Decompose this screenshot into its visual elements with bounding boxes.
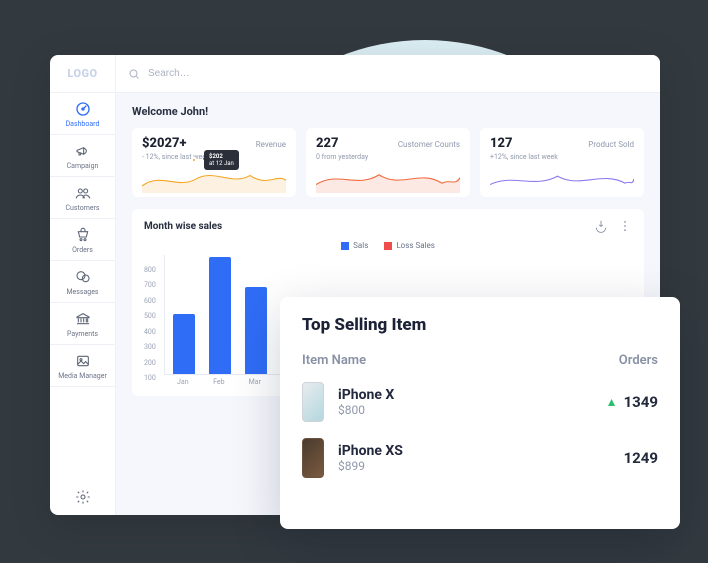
sidebar-item-payments[interactable]: Payments bbox=[50, 303, 115, 345]
more-icon[interactable] bbox=[618, 219, 632, 233]
bank-icon bbox=[75, 311, 91, 327]
sidebar-item-messages[interactable]: Messages bbox=[50, 261, 115, 303]
panel-title: Month wise sales bbox=[144, 221, 222, 232]
sidebar-item-campaign[interactable]: Campaign bbox=[50, 135, 115, 177]
search-icon bbox=[128, 68, 140, 80]
sidebar-item-settings[interactable] bbox=[50, 479, 115, 515]
product-orders: 1249 bbox=[624, 449, 658, 467]
col-item-name: Item Name bbox=[302, 353, 366, 368]
sidebar-item-label: Media Manager bbox=[58, 372, 107, 380]
bar bbox=[245, 287, 267, 374]
product-price: $899 bbox=[338, 459, 610, 473]
top-selling-title: Top Selling Item bbox=[302, 315, 658, 335]
search[interactable] bbox=[128, 67, 346, 80]
stat-cards: $2027+ Revenue - 12%, since last week $2… bbox=[132, 128, 644, 197]
sidebar-item-label: Customers bbox=[65, 204, 99, 212]
revenue-value: $2027+ bbox=[142, 136, 187, 151]
customers-sparkline bbox=[316, 165, 460, 193]
y-tick: 100 bbox=[144, 374, 156, 382]
sidebar-item-dashboard[interactable]: Dashboard bbox=[50, 93, 115, 135]
download-icon[interactable] bbox=[594, 219, 608, 233]
y-tick: 200 bbox=[144, 359, 156, 367]
y-tick: 300 bbox=[144, 343, 156, 351]
y-tick: 400 bbox=[144, 328, 156, 336]
product-name: iPhone X bbox=[338, 387, 592, 404]
tooltip-amount: $202 bbox=[209, 153, 223, 160]
card-customers: 227 Customer Counts 0 from yesterday bbox=[306, 128, 470, 197]
search-input[interactable] bbox=[146, 67, 346, 80]
bar bbox=[209, 257, 231, 374]
customers-label: Customer Counts bbox=[398, 140, 460, 149]
sidebar-item-label: Orders bbox=[72, 246, 93, 254]
sidebar: LOGO Dashboard Campaign Customers Orders bbox=[50, 55, 116, 515]
y-axis: 800 700 600 500 400 300 200 100 bbox=[144, 266, 156, 386]
legend-sales: Sals bbox=[341, 241, 368, 250]
card-products: 127 Product Sold +12%, since last week bbox=[480, 128, 644, 197]
revenue-label: Revenue bbox=[256, 140, 286, 149]
header bbox=[116, 55, 660, 93]
x-tick: Jan bbox=[172, 378, 194, 386]
tooltip-date: at 12 Jan bbox=[209, 160, 234, 167]
x-tick: Mar bbox=[244, 378, 266, 386]
bar bbox=[173, 314, 195, 374]
product-price: $800 bbox=[338, 403, 592, 417]
product-name: iPhone XS bbox=[338, 443, 610, 460]
customers-value: 227 bbox=[316, 136, 339, 151]
y-tick: 800 bbox=[144, 266, 156, 274]
product-thumb-icon bbox=[302, 438, 324, 478]
welcome-text: Welcome John! bbox=[132, 105, 644, 118]
megaphone-icon bbox=[75, 143, 91, 159]
chat-icon bbox=[75, 269, 91, 285]
gear-icon bbox=[75, 489, 91, 505]
image-icon bbox=[75, 353, 91, 369]
product-orders: ▲ 1349 bbox=[606, 393, 658, 411]
product-row[interactable]: iPhone XS $899 1249 bbox=[302, 438, 658, 478]
legend-swatch-loss bbox=[384, 242, 392, 250]
products-value: 127 bbox=[490, 136, 513, 151]
legend-loss: Loss Sales bbox=[384, 241, 435, 250]
tooltip-dot-icon bbox=[191, 157, 197, 163]
y-tick: 500 bbox=[144, 312, 156, 320]
col-orders: Orders bbox=[619, 353, 658, 368]
product-thumb-icon bbox=[302, 382, 324, 422]
y-tick: 600 bbox=[144, 297, 156, 305]
x-tick: Feb bbox=[208, 378, 230, 386]
chart-legend: Sals Loss Sales bbox=[144, 241, 632, 250]
products-label: Product Sold bbox=[588, 140, 634, 149]
card-revenue: $2027+ Revenue - 12%, since last week $2… bbox=[132, 128, 296, 197]
products-sub: +12%, since last week bbox=[490, 153, 634, 161]
users-icon bbox=[75, 185, 91, 201]
sidebar-item-label: Dashboard bbox=[66, 120, 100, 128]
sidebar-item-label: Payments bbox=[67, 330, 98, 338]
sidebar-item-customers[interactable]: Customers bbox=[50, 177, 115, 219]
y-tick: 700 bbox=[144, 281, 156, 289]
sidebar-item-label: Messages bbox=[66, 288, 98, 296]
legend-swatch-sales bbox=[341, 242, 349, 250]
products-sparkline bbox=[490, 165, 634, 193]
cart-icon bbox=[75, 227, 91, 243]
logo: LOGO bbox=[50, 55, 115, 93]
sidebar-item-orders[interactable]: Orders bbox=[50, 219, 115, 261]
sidebar-item-media[interactable]: Media Manager bbox=[50, 345, 115, 387]
revenue-tooltip: $202 at 12 Jan bbox=[204, 150, 239, 170]
gauge-icon bbox=[75, 101, 91, 117]
trend-up-icon: ▲ bbox=[606, 395, 618, 409]
sidebar-item-label: Campaign bbox=[67, 162, 99, 170]
product-row[interactable]: iPhone X $800 ▲ 1349 bbox=[302, 382, 658, 422]
customers-sub: 0 from yesterday bbox=[316, 153, 460, 161]
top-selling-card: Top Selling Item Item Name Orders iPhone… bbox=[280, 297, 680, 529]
